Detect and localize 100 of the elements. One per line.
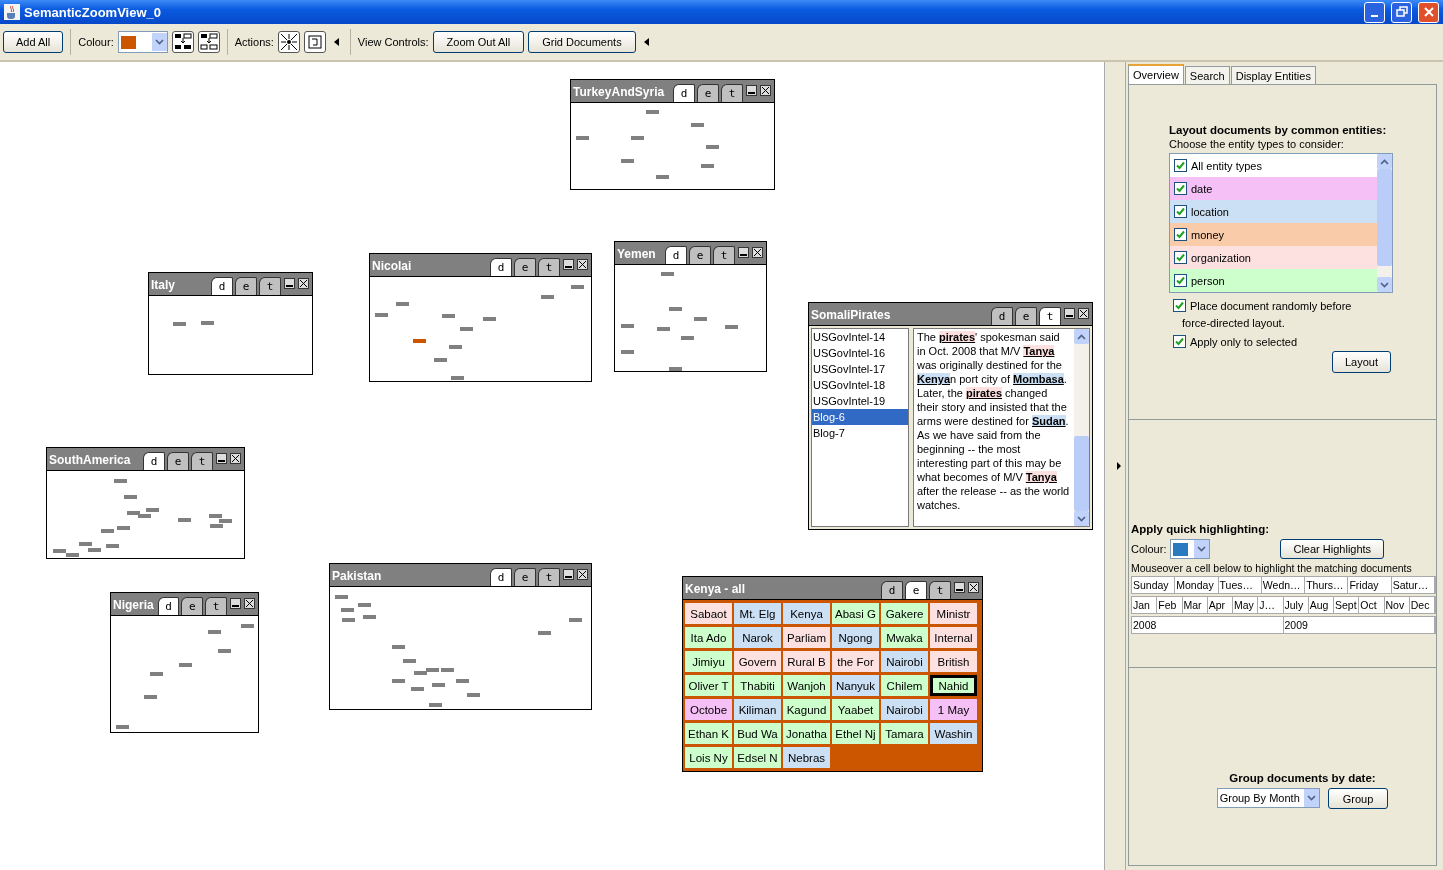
entity-cell[interactable]: the For	[832, 651, 879, 672]
toolbar-button[interactable]: Zoom Out All	[432, 31, 525, 53]
entity-cell[interactable]: Kenya	[783, 603, 830, 624]
document-marker[interactable]	[576, 136, 589, 140]
document-marker[interactable]	[392, 679, 405, 683]
document-marker[interactable]	[538, 631, 551, 635]
entity-link[interactable]: Mombasa	[1013, 373, 1064, 385]
document-list-item[interactable]: USGovIntel-17	[812, 361, 908, 377]
document-list-item[interactable]: USGovIntel-14	[812, 329, 908, 345]
document-marker[interactable]	[725, 325, 738, 329]
entity-cell[interactable]: Jonatha	[783, 723, 830, 744]
document-marker[interactable]	[146, 508, 159, 512]
document-marker[interactable]	[434, 358, 447, 362]
checkbox[interactable]	[1174, 228, 1187, 241]
minimize-button[interactable]	[284, 278, 295, 289]
document-marker[interactable]	[127, 511, 140, 515]
entity-link[interactable]: Tanya	[1025, 471, 1057, 483]
document-marker[interactable]	[411, 687, 424, 691]
month-cell[interactable]: Dec	[1409, 597, 1435, 613]
month-cell[interactable]: Nov	[1384, 597, 1410, 613]
entity-type-row[interactable]: money	[1170, 223, 1377, 246]
minimize-button[interactable]	[230, 598, 241, 609]
entity-cell[interactable]: Nairobi	[881, 699, 928, 720]
view-tab[interactable]: t	[713, 246, 735, 264]
document-list-item[interactable]: USGovIntel-18	[812, 377, 908, 393]
layout-icon[interactable]	[171, 31, 194, 53]
document-marker[interactable]	[631, 136, 644, 140]
entity-cell[interactable]: Internal	[930, 627, 977, 648]
view-tab[interactable]: t	[191, 452, 213, 470]
minimize-button[interactable]	[746, 85, 757, 96]
document-marker[interactable]	[441, 668, 454, 672]
document-marker[interactable]	[657, 327, 670, 331]
document-marker[interactable]	[241, 624, 254, 628]
document-marker[interactable]	[467, 693, 480, 697]
close-button[interactable]	[752, 247, 763, 258]
document-marker[interactable]	[669, 307, 682, 311]
document-marker[interactable]	[342, 618, 355, 622]
document-marker[interactable]	[661, 272, 674, 276]
month-cell[interactable]: J…	[1258, 597, 1284, 613]
document-marker[interactable]	[456, 679, 469, 683]
document-marker[interactable]	[403, 659, 416, 663]
document-marker[interactable]	[208, 630, 221, 634]
view-tab[interactable]: t	[538, 258, 560, 276]
document-marker[interactable]	[150, 672, 163, 676]
colour-dropdown[interactable]	[117, 31, 168, 53]
entity-type-row[interactable]: person	[1170, 269, 1377, 292]
panel-tab[interactable]: Display Entities	[1230, 66, 1316, 84]
entity-cell[interactable]: Rural B	[783, 651, 830, 672]
scroll-down-icon[interactable]	[1077, 515, 1086, 522]
document-marker[interactable]	[358, 603, 371, 607]
close-button[interactable]	[968, 582, 979, 593]
document-marker[interactable]	[396, 302, 409, 306]
entity-cell[interactable]: British	[930, 651, 977, 672]
entity-cell[interactable]: Octobe	[685, 699, 732, 720]
document-marker[interactable]	[432, 683, 445, 687]
month-cell[interactable]: May	[1233, 597, 1259, 613]
view-tab[interactable]: e	[235, 277, 257, 295]
document-marker[interactable]	[451, 376, 464, 380]
view-tab[interactable]: e	[181, 597, 204, 615]
document-marker[interactable]	[483, 317, 496, 321]
maximize-button[interactable]	[1391, 1, 1412, 23]
document-marker[interactable]	[413, 339, 426, 343]
right-arrow-icon[interactable]	[1117, 462, 1121, 470]
month-cell[interactable]: Feb	[1157, 597, 1183, 613]
left-arrow-icon[interactable]	[643, 38, 649, 46]
scroll-up-icon[interactable]	[1380, 158, 1389, 165]
view-tab[interactable]: d	[143, 452, 165, 470]
document-marker[interactable]	[429, 703, 442, 707]
document-list-item[interactable]: USGovIntel-19	[812, 393, 908, 409]
view-tab[interactable]: d	[211, 277, 233, 295]
entity-link[interactable]: Kenya	[917, 373, 951, 385]
document-marker[interactable]	[79, 542, 92, 546]
entity-cell[interactable]: Nairobi	[881, 651, 928, 672]
view-tab[interactable]: e	[167, 452, 189, 470]
entity-cell[interactable]: Bud Wa	[734, 723, 781, 744]
entity-cell[interactable]: Kiliman	[734, 699, 781, 720]
document-marker[interactable]	[179, 663, 192, 667]
minimize-button[interactable]	[563, 569, 574, 580]
minimize-button[interactable]	[216, 453, 227, 464]
document-marker[interactable]	[144, 695, 157, 699]
document-marker[interactable]	[449, 345, 462, 349]
document-marker[interactable]	[88, 548, 101, 552]
view-tab[interactable]: e	[514, 568, 536, 586]
entity-cell[interactable]: Nanyuk	[832, 675, 879, 696]
document-marker[interactable]	[691, 123, 704, 127]
view-tab[interactable]: d	[665, 246, 687, 264]
minimize-button[interactable]	[738, 247, 749, 258]
checkbox[interactable]	[1174, 205, 1187, 218]
checkbox[interactable]	[1174, 182, 1187, 195]
entity-cell[interactable]: Chilem	[881, 675, 928, 696]
scroll-down-icon[interactable]	[1380, 281, 1389, 288]
entity-cell[interactable]: Wanjoh	[783, 675, 830, 696]
checkbox[interactable]	[1174, 159, 1187, 172]
document-marker[interactable]	[414, 671, 427, 675]
day-cell[interactable]: Monday	[1175, 577, 1219, 593]
month-cell[interactable]: July	[1283, 597, 1309, 613]
document-marker[interactable]	[694, 317, 707, 321]
entity-cell[interactable]: Nebras	[783, 747, 830, 768]
checkbox[interactable]	[1174, 274, 1187, 287]
clear-highlights-button[interactable]: Clear Highlights	[1280, 539, 1385, 559]
